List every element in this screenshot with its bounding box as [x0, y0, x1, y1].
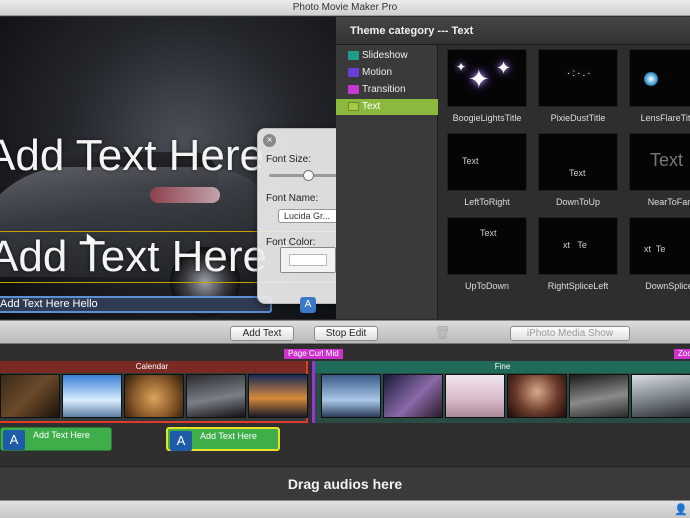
thumbnail-preview-text: xt Te — [644, 244, 666, 254]
text-clip-label: Add Text Here — [200, 431, 257, 441]
status-bar: 👤 — [0, 500, 690, 518]
photo-clip[interactable] — [631, 374, 690, 418]
text-clip-selected[interactable]: A Add Text Here — [166, 427, 280, 451]
category-item-text[interactable]: Text — [336, 99, 438, 115]
thumbnail-caption: RightSpliceLeft — [547, 281, 609, 291]
theme-thumb-boogielightstitle[interactable]: ✦ ✦ ✦ BoogieLightsTitle — [447, 49, 529, 123]
font-name-value: Lucida Gr... — [284, 211, 331, 221]
sparkle-icon: ✦ — [496, 58, 512, 78]
clip-group-label: Calendar — [0, 361, 306, 373]
thumbnail-image: Text — [447, 133, 527, 191]
theme-thumb-pixiedusttitle[interactable]: ·:·.· PixieDustTitle — [538, 49, 620, 123]
font-name-label: Font Name: — [266, 193, 319, 204]
sparkle-icon: ✦ — [456, 60, 467, 74]
thumbnail-caption: LensFlareTitle — [640, 113, 690, 123]
thumbnail-image: xt Te — [538, 217, 618, 275]
folder-icon — [348, 51, 359, 60]
thumbnail-preview-text: Text — [650, 150, 684, 170]
overlay-text-1[interactable]: Add Text Here — [0, 131, 264, 181]
photo-clip[interactable] — [445, 374, 505, 418]
transition-tag-zoom[interactable]: Zoo — [674, 349, 690, 359]
font-color-well[interactable] — [280, 247, 336, 273]
thumbnail-image — [629, 49, 690, 107]
photo-clip[interactable] — [383, 374, 443, 418]
thumbnail-preview-text: Text — [480, 228, 497, 238]
thumbnail-image: ✦ ✦ ✦ — [447, 49, 527, 107]
thumbnail-caption: PixieDustTitle — [550, 113, 606, 123]
category-label: Transition — [362, 84, 406, 95]
theme-category-header: Theme category --- Text — [336, 17, 690, 45]
thumbnail-caption: DownSplice — [645, 281, 690, 291]
edit-toolbar: Add Text Stop Edit 🗑 iPhoto Media Show — [0, 320, 690, 344]
thumbnail-caption: NearToFar — [647, 197, 690, 207]
audio-placeholder-text: Drag audios here — [287, 476, 403, 492]
photo-clip[interactable] — [186, 374, 246, 418]
iphoto-media-show-button[interactable]: iPhoto Media Show — [510, 326, 630, 341]
theme-thumb-downsplice[interactable]: xt Te DownSplice — [629, 217, 690, 291]
text-clip-label: Add Text Here — [33, 430, 90, 440]
car-image-headlight — [150, 187, 220, 203]
category-item-transition[interactable]: Transition — [336, 82, 438, 98]
window-titlebar: Photo Movie Maker Pro — [0, 0, 690, 16]
thumbnail-image: ·:·.· — [538, 49, 618, 107]
text-tool-icon[interactable]: A — [300, 297, 316, 313]
sparkle-icon: ·:·.· — [567, 68, 593, 79]
theme-thumb-downtoup[interactable]: Text DownToUp — [538, 133, 620, 207]
thumbnail-preview-text: Text — [569, 168, 586, 178]
thumbnail-image: Text — [538, 133, 618, 191]
clip-group-label: Fine — [315, 361, 690, 373]
photo-clip[interactable] — [62, 374, 122, 418]
lens-flare-icon — [644, 72, 658, 86]
theme-thumb-lensflaretitle[interactable]: LensFlareTitle — [629, 49, 690, 123]
thumbnail-preview-text: Text — [462, 156, 479, 166]
theme-thumb-uptodown[interactable]: Text UpToDown — [447, 217, 529, 291]
text-tool-icon: A — [3, 430, 25, 450]
audio-drop-zone[interactable]: Drag audios here — [0, 466, 690, 500]
text-tool-icon: A — [170, 431, 192, 451]
photo-clip[interactable] — [321, 374, 381, 418]
sparkle-icon: ✦ — [468, 64, 490, 94]
category-label: Motion — [362, 67, 393, 78]
category-label: Slideshow — [362, 50, 408, 61]
user-icon[interactable]: 👤 — [674, 503, 688, 516]
folder-icon — [348, 85, 359, 94]
overlay-text-input[interactable]: Add Text Here Hello — [0, 296, 272, 313]
photo-clip[interactable] — [0, 374, 60, 418]
theme-thumb-rightspliceleft[interactable]: xt Te RightSpliceLeft — [538, 217, 620, 291]
category-list: Slideshow Motion Transition Text — [336, 45, 438, 319]
theme-panel: Theme category --- Text Slideshow Motion… — [336, 17, 690, 319]
thumbnail-preview-text: xt Te — [563, 240, 587, 250]
trash-icon[interactable]: 🗑 — [434, 325, 451, 340]
clip-group-fine[interactable]: Fine — [312, 361, 690, 423]
font-size-label: Font Size: — [266, 154, 312, 165]
theme-thumb-lefttoright[interactable]: Text LeftToRight — [447, 133, 529, 207]
thumbnail-image: Text — [629, 133, 690, 191]
folder-icon — [348, 68, 359, 77]
photo-clip[interactable] — [248, 374, 308, 418]
theme-thumbnail-grid: ✦ ✦ ✦ BoogieLightsTitle ·:·.· PixieDustT… — [439, 45, 690, 319]
thumbnail-caption: UpToDown — [464, 281, 510, 291]
folder-icon — [348, 102, 359, 111]
stop-edit-button[interactable]: Stop Edit — [314, 326, 378, 341]
theme-thumb-neartofar[interactable]: Text NearToFar — [629, 133, 690, 207]
thumbnail-image: xt Te — [629, 217, 690, 275]
photo-clip[interactable] — [569, 374, 629, 418]
font-color-swatch — [289, 254, 327, 266]
category-item-slideshow[interactable]: Slideshow — [336, 48, 438, 64]
thumbnail-caption: BoogieLightsTitle — [452, 113, 522, 123]
text-clip[interactable]: A Add Text Here — [0, 427, 112, 451]
category-label: Text — [362, 101, 381, 112]
window-title: Photo Movie Maker Pro — [292, 2, 398, 13]
thumbnail-image: Text — [447, 217, 527, 275]
photo-clip[interactable] — [507, 374, 567, 418]
close-icon[interactable]: × — [263, 134, 276, 147]
category-item-motion[interactable]: Motion — [336, 65, 438, 81]
thumbnail-caption: LeftToRight — [464, 197, 510, 207]
font-size-slider-knob[interactable] — [302, 170, 314, 181]
clip-group-calendar[interactable]: Calendar — [0, 361, 308, 423]
photo-clip[interactable] — [124, 374, 184, 418]
add-text-button[interactable]: Add Text — [230, 326, 294, 341]
transition-tag-page-curl[interactable]: Page Curl Mid — [284, 349, 343, 359]
thumbnail-caption: DownToUp — [555, 197, 601, 207]
